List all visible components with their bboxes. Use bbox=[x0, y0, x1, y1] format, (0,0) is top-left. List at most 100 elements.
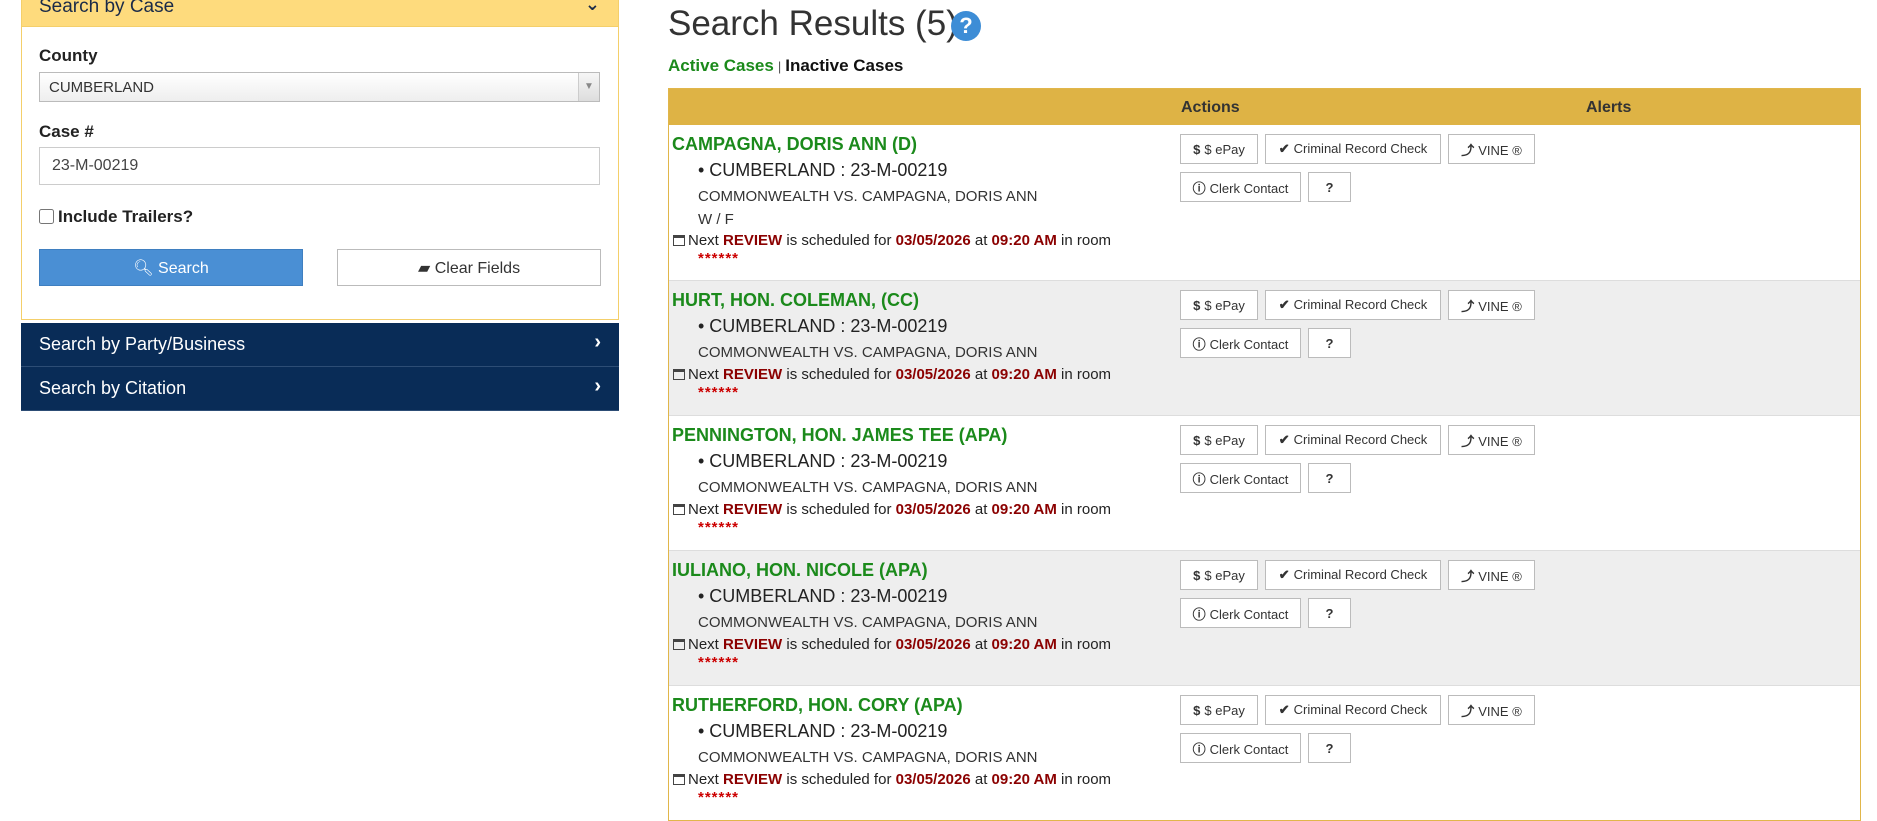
event-time: 09:20 AM bbox=[991, 771, 1057, 788]
search-button-label: Search bbox=[158, 259, 209, 277]
room-redacted: ****** bbox=[698, 384, 740, 401]
calendar-icon bbox=[673, 235, 685, 246]
epay-button[interactable]: $ $ ePay bbox=[1180, 695, 1258, 725]
clerk-contact-button[interactable]: ⓘ Clerk Contact bbox=[1180, 463, 1301, 493]
epay-button[interactable]: $ $ ePay bbox=[1180, 425, 1258, 455]
event-time: 09:20 AM bbox=[991, 232, 1057, 249]
vine-button[interactable]: ⤴ VINE ® bbox=[1448, 560, 1535, 590]
clerk-contact-button[interactable]: ⓘ Clerk Contact bbox=[1180, 733, 1301, 763]
search-by-citation-header[interactable]: Search by Citation › bbox=[21, 367, 619, 411]
next-event-line: Next REVIEW is scheduled for 03/05/2026 … bbox=[673, 501, 1111, 518]
search-sidebar: Search by Case ⌄ County CUMBERLAND ▼ Cas… bbox=[21, 0, 619, 411]
clerk-contact-label: Clerk Contact bbox=[1209, 336, 1289, 352]
help-button[interactable]: ? bbox=[1308, 328, 1351, 358]
criminal-record-label: Criminal Record Check bbox=[1293, 702, 1428, 717]
check-icon: ✔ bbox=[1278, 432, 1290, 447]
next-prefix: Next bbox=[688, 366, 719, 383]
vine-label: VINE ® bbox=[1478, 568, 1522, 584]
inactive-cases-link[interactable]: Inactive Cases bbox=[785, 56, 903, 75]
active-cases-link[interactable]: Active Cases bbox=[668, 56, 774, 75]
criminal-record-check-button[interactable]: ✔ Criminal Record Check bbox=[1265, 425, 1441, 455]
help-button[interactable]: ? bbox=[1308, 172, 1351, 202]
event-time: 09:20 AM bbox=[991, 501, 1057, 518]
chevron-right-icon: › bbox=[594, 331, 601, 353]
criminal-record-check-button[interactable]: ✔ Criminal Record Check bbox=[1265, 695, 1441, 725]
case-number-label: Case # bbox=[39, 122, 94, 141]
table-row: CAMPAGNA, DORIS ANN (D) • CUMBERLAND : 23… bbox=[669, 125, 1860, 280]
include-trailers-option[interactable]: Include Trailers? bbox=[39, 207, 193, 227]
calendar-icon bbox=[673, 369, 685, 380]
question-icon: ? bbox=[1325, 740, 1334, 756]
at-text: at bbox=[974, 366, 988, 383]
chevron-right-icon: › bbox=[594, 375, 601, 397]
help-button[interactable]: ? bbox=[1308, 733, 1351, 763]
clear-fields-label: Clear Fields bbox=[434, 259, 521, 277]
help-button[interactable]: ? bbox=[1308, 598, 1351, 628]
room-text: in room bbox=[1061, 771, 1112, 788]
search-by-party-title: Search by Party/Business bbox=[39, 334, 246, 354]
clerk-contact-button[interactable]: ⓘ Clerk Contact bbox=[1180, 172, 1301, 202]
case-number-input[interactable] bbox=[39, 147, 600, 185]
event-type: REVIEW bbox=[723, 771, 783, 788]
county-case: • CUMBERLAND : 23-M-00219 bbox=[698, 451, 948, 471]
vine-label: VINE ® bbox=[1478, 298, 1522, 314]
epay-button[interactable]: $ $ ePay bbox=[1180, 560, 1258, 590]
info-icon: ⓘ bbox=[1192, 741, 1206, 757]
scheduled-text: is scheduled for bbox=[786, 771, 892, 788]
criminal-record-label: Criminal Record Check bbox=[1293, 297, 1428, 312]
epay-button[interactable]: $ $ ePay bbox=[1180, 134, 1258, 164]
vine-label: VINE ® bbox=[1478, 142, 1522, 158]
calendar-icon bbox=[673, 639, 685, 650]
dollar-icon: $ bbox=[1193, 702, 1201, 718]
case-style: COMMONWEALTH VS. CAMPAGNA, DORIS ANN bbox=[698, 614, 1038, 631]
room-text: in room bbox=[1061, 636, 1112, 653]
event-type: REVIEW bbox=[723, 636, 783, 653]
criminal-record-label: Criminal Record Check bbox=[1293, 432, 1428, 447]
include-trailers-checkbox[interactable] bbox=[39, 209, 54, 224]
criminal-record-check-button[interactable]: ✔ Criminal Record Check bbox=[1265, 290, 1441, 320]
dollar-icon: $ bbox=[1193, 297, 1201, 313]
room-text: in room bbox=[1061, 501, 1112, 518]
help-button[interactable]: ? bbox=[1308, 463, 1351, 493]
vine-button[interactable]: ⤴ VINE ® bbox=[1448, 290, 1535, 320]
clerk-contact-button[interactable]: ⓘ Clerk Contact bbox=[1180, 598, 1301, 628]
event-type: REVIEW bbox=[723, 232, 783, 249]
party-name: IULIANO, HON. NICOLE (APA) bbox=[672, 560, 928, 580]
alerts-column-header: Alerts bbox=[1586, 99, 1632, 116]
scheduled-text: is scheduled for bbox=[786, 501, 892, 518]
room-redacted: ****** bbox=[698, 250, 740, 267]
results-table: Actions Alerts CAMPAGNA, DORIS ANN (D) • … bbox=[668, 88, 1861, 821]
criminal-record-check-button[interactable]: ✔ Criminal Record Check bbox=[1265, 134, 1441, 164]
search-by-case-header[interactable]: Search by Case ⌄ bbox=[21, 0, 619, 27]
vine-label: VINE ® bbox=[1478, 703, 1522, 719]
case-style: COMMONWEALTH VS. CAMPAGNA, DORIS ANN bbox=[698, 188, 1038, 205]
event-date: 03/05/2026 bbox=[895, 366, 971, 383]
epay-label: $ ePay bbox=[1204, 297, 1245, 313]
table-row: PENNINGTON, HON. JAMES TEE (APA) • CUMBER… bbox=[669, 415, 1860, 550]
epay-button[interactable]: $ $ ePay bbox=[1180, 290, 1258, 320]
at-text: at bbox=[974, 771, 988, 788]
next-prefix: Next bbox=[688, 232, 719, 249]
room-text: in room bbox=[1061, 232, 1112, 249]
party-name: HURT, HON. COLEMAN, (CC) bbox=[672, 290, 919, 310]
vine-button[interactable]: ⤴ VINE ® bbox=[1448, 695, 1535, 725]
search-button[interactable]: 🔍︎ Search bbox=[39, 249, 303, 286]
case-style: COMMONWEALTH VS. CAMPAGNA, DORIS ANN bbox=[698, 749, 1038, 766]
county-select[interactable]: CUMBERLAND ▼ bbox=[39, 72, 600, 102]
vine-button[interactable]: ⤴ VINE ® bbox=[1448, 425, 1535, 455]
phone-icon: ⤴ bbox=[1461, 433, 1475, 449]
check-icon: ✔ bbox=[1278, 567, 1290, 582]
filter-separator: | bbox=[777, 59, 782, 74]
clerk-contact-button[interactable]: ⓘ Clerk Contact bbox=[1180, 328, 1301, 358]
case-style: COMMONWEALTH VS. CAMPAGNA, DORIS ANN bbox=[698, 344, 1038, 361]
county-case: • CUMBERLAND : 23-M-00219 bbox=[698, 160, 948, 180]
search-by-case-title: Search by Case bbox=[39, 0, 175, 17]
help-icon[interactable]: ? bbox=[951, 11, 981, 41]
calendar-icon bbox=[673, 504, 685, 515]
clear-fields-button[interactable]: ▰ Clear Fields bbox=[337, 249, 601, 286]
vine-button[interactable]: ⤴ VINE ® bbox=[1448, 134, 1535, 164]
criminal-record-check-button[interactable]: ✔ Criminal Record Check bbox=[1265, 560, 1441, 590]
next-prefix: Next bbox=[688, 501, 719, 518]
table-header: Actions Alerts bbox=[669, 89, 1860, 125]
search-by-party-header[interactable]: Search by Party/Business › bbox=[21, 323, 619, 367]
